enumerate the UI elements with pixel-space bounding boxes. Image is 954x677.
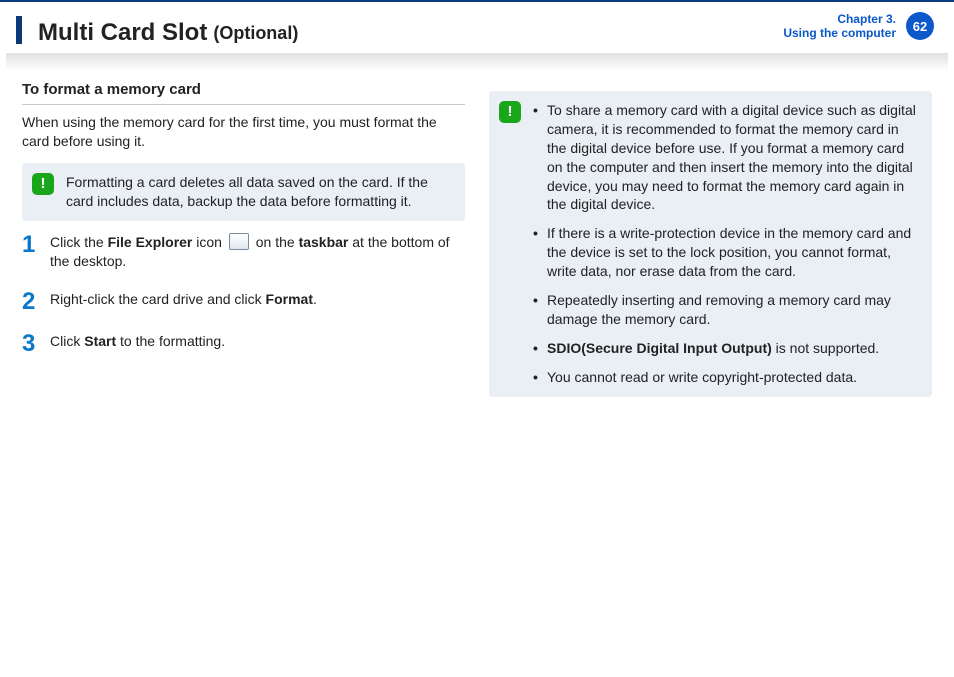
list-item: To share a memory card with a digital de… [533, 101, 920, 214]
step-number: 1 [22, 233, 40, 272]
chapter-line-2: Using the computer [783, 26, 896, 40]
page-number-badge: 62 [906, 12, 934, 40]
warning-text: Formatting a card deletes all data saved… [66, 174, 428, 209]
intro-paragraph: When using the memory card for the first… [22, 113, 465, 151]
manual-page: Multi Card Slot (Optional) Chapter 3. Us… [0, 0, 954, 677]
step-number: 2 [22, 290, 40, 314]
step-body: Right-click the card drive and click For… [50, 290, 317, 314]
step-item: 1 Click the File Explorer icon on the ta… [22, 233, 465, 272]
steps-list: 1 Click the File Explorer icon on the ta… [22, 233, 465, 356]
step-body: Click Start to the formatting. [50, 332, 225, 356]
content-columns: To format a memory card When using the m… [0, 79, 954, 409]
step-body: Click the File Explorer icon on the task… [50, 233, 465, 272]
title-accent-bar [16, 16, 22, 44]
notes-list: To share a memory card with a digital de… [533, 101, 920, 387]
list-item: SDIO(Secure Digital Input Output) is not… [533, 339, 920, 358]
notes-callout: ! To share a memory card with a digital … [489, 91, 932, 397]
warning-callout: ! Formatting a card deletes all data sav… [22, 163, 465, 221]
title-block: Multi Card Slot (Optional) [16, 12, 298, 47]
section-title: To format a memory card [22, 81, 465, 105]
list-item: You cannot read or write copyright-prote… [533, 368, 920, 387]
title-main: Multi Card Slot [38, 19, 207, 47]
alert-icon: ! [499, 101, 521, 123]
chapter-line-1: Chapter 3. [783, 12, 896, 26]
step-item: 3 Click Start to the formatting. [22, 332, 465, 356]
page-title: Multi Card Slot (Optional) [38, 19, 298, 47]
header-shadow [6, 53, 948, 71]
alert-icon: ! [32, 173, 54, 195]
list-item: Repeatedly inserting and removing a memo… [533, 291, 920, 329]
left-column: To format a memory card When using the m… [22, 79, 465, 409]
chapter-text: Chapter 3. Using the computer [783, 12, 896, 41]
step-item: 2 Right-click the card drive and click F… [22, 290, 465, 314]
chapter-block: Chapter 3. Using the computer 62 [783, 12, 934, 41]
file-explorer-icon [229, 233, 249, 250]
list-item: If there is a write-protection device in… [533, 224, 920, 281]
right-column: ! To share a memory card with a digital … [489, 79, 932, 409]
page-header: Multi Card Slot (Optional) Chapter 3. Us… [0, 0, 954, 53]
title-subtitle: (Optional) [213, 23, 298, 44]
step-number: 3 [22, 332, 40, 356]
